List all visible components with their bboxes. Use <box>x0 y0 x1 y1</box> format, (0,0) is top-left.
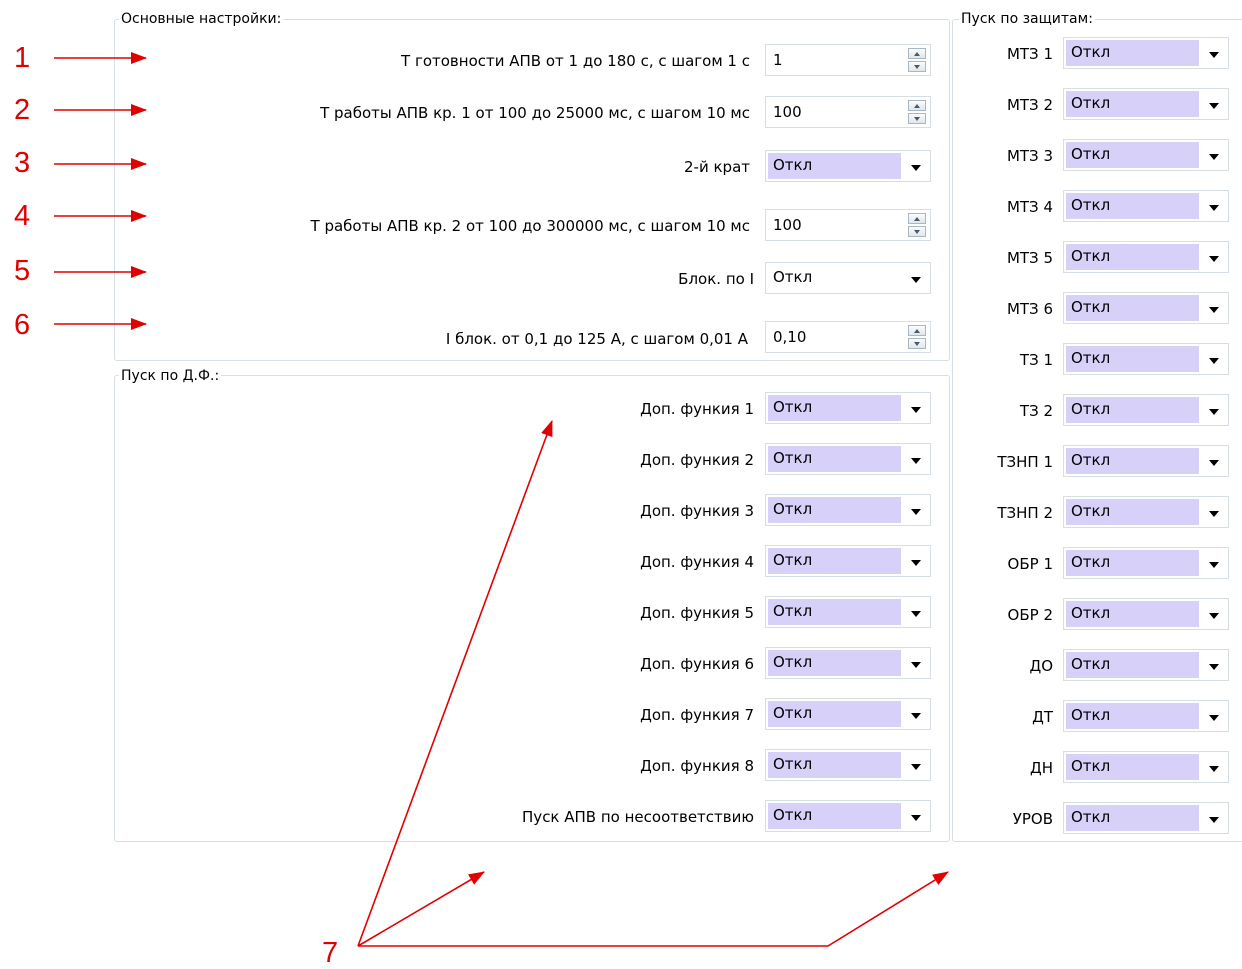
arrow-7b <box>357 871 485 947</box>
annotation-arrows <box>54 52 949 947</box>
arrow-7c <box>358 871 949 947</box>
arrow-7a <box>357 420 553 947</box>
